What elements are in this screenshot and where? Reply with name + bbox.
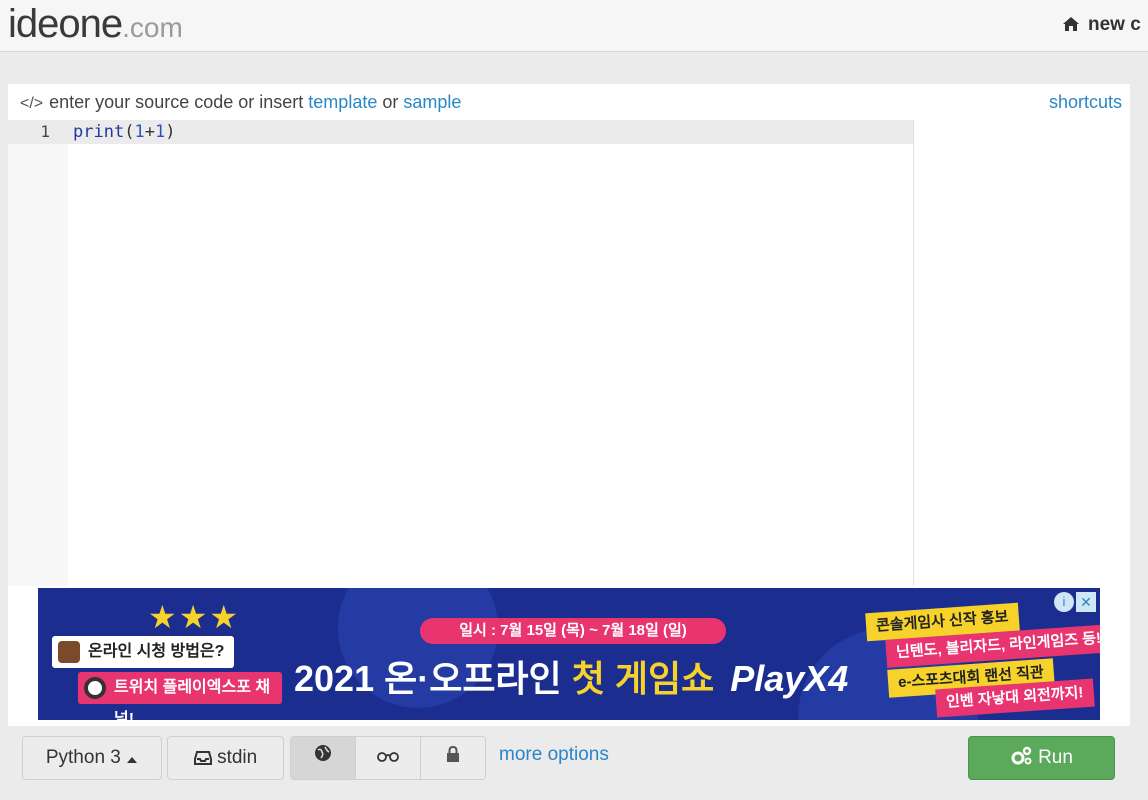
ad-twitch-badge: 트위치 플레이엑스포 채널! <box>78 672 282 720</box>
sample-link[interactable]: sample <box>403 92 461 112</box>
ad-date: 일시 : 7월 15일 (목) ~ 7월 18일 (일) <box>420 618 726 644</box>
home-icon <box>1063 17 1079 31</box>
run-button[interactable]: Run <box>968 736 1115 780</box>
language-select-button[interactable]: Python 3 <box>22 736 162 780</box>
ad-title-text: 2021 온·오프라인 <box>294 658 562 699</box>
inbox-icon <box>193 751 212 765</box>
ad-question-text: 온라인 시청 방법은? <box>88 643 225 660</box>
stdin-label: stdin <box>217 747 258 768</box>
character-icon <box>84 677 106 699</box>
code-function: print <box>73 122 125 142</box>
ad-twitch-text: 트위치 플레이엑스포 채널! <box>114 679 271 720</box>
ad-brand-logo: PlayX4 <box>730 658 849 699</box>
private-visibility-button[interactable] <box>421 737 485 779</box>
code-paren-close: ) <box>165 122 176 142</box>
ad-title: 2021 온·오프라인 첫 게임쇼 PlayX4 <box>294 650 848 702</box>
language-label: Python 3 <box>45 747 121 768</box>
code-number-b: 1 <box>154 122 166 142</box>
ad-title-highlight: 첫 게임쇼 <box>571 658 715 699</box>
ad-stars: ★★★ <box>148 599 241 635</box>
print-margin <box>913 120 914 586</box>
ad-question-badge: 온라인 시청 방법은? <box>52 636 234 668</box>
line-number: 1 <box>40 122 50 141</box>
editor-panel: </> enter your source code or insert temp… <box>8 84 1130 726</box>
new-code-link[interactable]: new c <box>1062 14 1141 36</box>
code-operator: + <box>144 122 155 142</box>
ad-banner[interactable]: ★★★ 온라인 시청 방법은? 트위치 플레이엑스포 채널! 일시 : 7월 1… <box>38 588 1100 720</box>
template-link[interactable]: template <box>308 92 377 112</box>
shortcuts-link[interactable]: shortcuts <box>1049 92 1122 113</box>
top-bar: ideone.com new c <box>0 0 1148 52</box>
hint-text: enter your source code or insert <box>49 92 304 112</box>
code-editor[interactable]: 1 print(1+1) <box>8 120 1130 586</box>
ad-close-icon[interactable]: ✕ <box>1076 592 1096 612</box>
lock-icon <box>447 745 459 762</box>
line-gutter <box>8 120 68 586</box>
globe-icon <box>315 745 331 761</box>
caret-up-icon <box>127 757 138 763</box>
editor-hint: </> enter your source code or insert temp… <box>20 92 461 113</box>
new-code-label: new c <box>1088 14 1141 35</box>
site-logo[interactable]: ideone.com <box>8 2 183 47</box>
logo-tld-text: .com <box>122 12 183 43</box>
hint-or-text: or <box>382 92 399 112</box>
ad-info-icon[interactable]: i <box>1054 592 1074 612</box>
code-icon: </> <box>20 95 44 112</box>
more-options-link[interactable]: more options <box>499 744 609 766</box>
code-line[interactable]: print(1+1) <box>73 120 175 144</box>
character-icon <box>58 641 80 663</box>
code-number-a: 1 <box>134 122 145 142</box>
glasses-icon <box>377 752 399 762</box>
gears-icon <box>1011 746 1032 765</box>
visibility-toggle-group <box>290 736 486 780</box>
code-paren-open: ( <box>124 122 135 142</box>
logo-main-text: ideone <box>8 2 123 46</box>
run-label: Run <box>1038 747 1073 768</box>
stdin-button[interactable]: stdin <box>167 736 284 780</box>
unlisted-visibility-button[interactable] <box>356 737 421 779</box>
public-visibility-button[interactable] <box>291 737 356 779</box>
